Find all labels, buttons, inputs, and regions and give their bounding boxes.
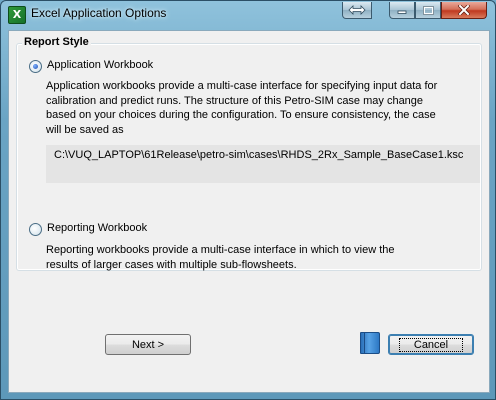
application-workbook-radio[interactable] — [29, 60, 42, 73]
application-workbook-label[interactable]: Application Workbook — [47, 59, 153, 71]
cancel-label: Cancel — [398, 337, 464, 352]
cancel-button[interactable]: Cancel — [388, 334, 474, 355]
save-path-display: C:\VUQ_LAPTOP\61Release\petro-sim\cases\… — [46, 145, 480, 183]
minimize-button[interactable] — [389, 2, 415, 19]
report-style-group: Report Style Application Workbook Applic… — [16, 36, 482, 272]
help-book-icon[interactable] — [360, 332, 380, 354]
application-workbook-description: Application workbooks provide a multi-ca… — [46, 79, 437, 137]
move-arrows-icon — [348, 5, 366, 15]
title-bar[interactable]: X Excel Application Options — [1, 1, 495, 27]
description-line: will be saved as — [46, 123, 124, 136]
window-title: Excel Application Options — [31, 6, 167, 20]
excel-app-icon: X — [8, 6, 26, 24]
reporting-workbook-description: Reporting workbooks provide a multi-case… — [46, 243, 395, 272]
reporting-workbook-radio[interactable] — [29, 223, 42, 236]
close-button[interactable] — [441, 2, 487, 19]
description-line: based on your choices during the configu… — [46, 109, 436, 121]
maximize-button[interactable] — [415, 2, 441, 19]
maximize-icon — [422, 5, 434, 15]
description-line: calibration and predict runs. The struct… — [46, 94, 424, 107]
minimize-icon — [397, 10, 407, 14]
description-line: Reporting workbooks provide a multi-case… — [46, 244, 395, 256]
close-icon — [458, 5, 470, 15]
group-legend: Report Style — [22, 36, 91, 48]
description-line: results of larger cases with multiple su… — [46, 258, 297, 271]
move-button[interactable] — [342, 2, 372, 19]
dialog-window: X Excel Application Options Report Style… — [0, 0, 496, 400]
reporting-workbook-label[interactable]: Reporting Workbook — [47, 222, 147, 234]
description-line: Application workbooks provide a multi-ca… — [46, 80, 438, 92]
next-button[interactable]: Next > — [105, 334, 191, 355]
